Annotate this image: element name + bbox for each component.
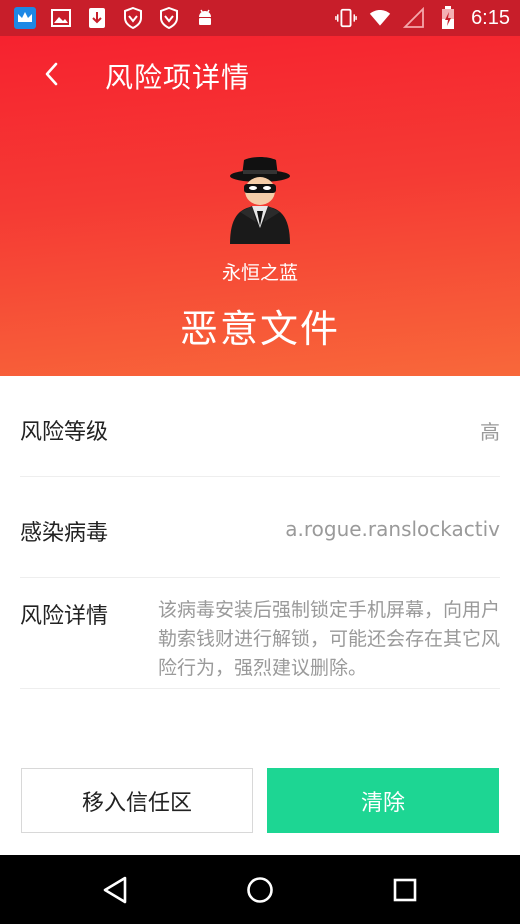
shield-icon (122, 7, 144, 29)
download-icon (86, 7, 108, 29)
shield-icon (158, 7, 180, 29)
virus-name-value: a.rogue.ranslockactiv (285, 517, 500, 541)
vibrate-icon (335, 7, 357, 29)
risk-type-title: 恶意文件 (179, 307, 340, 351)
triangle-back-icon (103, 876, 127, 904)
back-button[interactable] (36, 58, 68, 90)
chevron-left-icon (45, 62, 58, 86)
status-time: 6:15 (471, 6, 510, 29)
hacker-avatar-icon (222, 156, 298, 246)
image-icon (50, 7, 72, 29)
square-recents-icon (393, 878, 417, 902)
status-bar: 6:15 (0, 0, 520, 36)
battery-charging-icon (437, 6, 459, 29)
nav-back-button[interactable] (98, 873, 132, 907)
risk-detail-text: 该病毒安装后强制锁定手机屏幕，向用户勒索钱财进行解锁，可能还会存在其它风险行为，… (158, 599, 501, 679)
app-name: 永恒之蓝 (221, 262, 298, 284)
circle-home-icon (247, 877, 273, 903)
risk-level-row: 风险等级 高 (20, 376, 500, 477)
risk-level-label: 风险等级 (20, 420, 109, 445)
risk-level-value: 高 (480, 420, 500, 444)
signal-icon (403, 7, 425, 29)
risk-detail-label: 风险详情 (20, 604, 109, 629)
wifi-icon (369, 7, 391, 29)
virus-label: 感染病毒 (20, 521, 109, 546)
nav-recents-button[interactable] (388, 873, 422, 907)
move-to-trust-button[interactable]: 移入信任区 (21, 768, 253, 833)
risk-detail-row: 风险详情 该病毒安装后强制锁定手机屏幕，向用户勒索钱财进行解锁，可能还会存在其它… (20, 578, 500, 689)
android-icon (194, 7, 216, 29)
risk-header: 风险项详情 永恒之蓝 恶意文件 (0, 36, 520, 376)
navigation-bar (0, 855, 520, 924)
virus-row: 感染病毒 a.rogue.ranslockactiv (20, 477, 500, 578)
crown-app-icon (14, 7, 36, 29)
nav-home-button[interactable] (243, 873, 277, 907)
page-title: 风险项详情 (105, 61, 251, 94)
clean-button[interactable]: 清除 (267, 768, 499, 833)
